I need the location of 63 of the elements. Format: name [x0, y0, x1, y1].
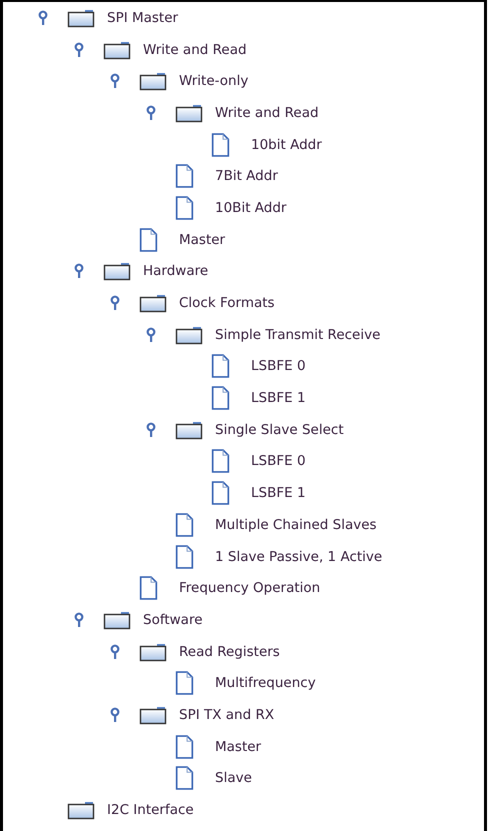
document-icon [211, 449, 230, 474]
document-icon [211, 481, 230, 506]
document-icon [139, 228, 158, 252]
folder-icon [175, 420, 203, 440]
expand-icon[interactable] [74, 263, 84, 280]
folder-icon [67, 8, 95, 28]
folder-icon [67, 800, 95, 820]
tree-item[interactable]: LSBFE 0 [251, 453, 306, 470]
document-icon [175, 164, 194, 188]
folder-icon [139, 704, 167, 725]
folder-icon [139, 293, 167, 314]
tree-item[interactable]: Clock Formats [179, 295, 275, 312]
tree-item[interactable]: LSBFE 1 [251, 390, 306, 406]
tree-item[interactable]: Slave [215, 770, 252, 786]
expand-icon[interactable] [110, 73, 120, 90]
expand-icon[interactable] [110, 706, 120, 723]
tree-item[interactable]: 7Bit Addr [215, 168, 278, 184]
folder-icon [139, 71, 167, 92]
tree-item[interactable]: Multiple Chained Slaves [215, 516, 377, 533]
tree-item[interactable]: 10bit Addr [251, 136, 322, 153]
document-icon [175, 766, 194, 790]
expand-icon[interactable] [146, 422, 156, 438]
tree-item[interactable]: Hardware [143, 263, 208, 280]
tree-item[interactable]: 1 Slave Passive, 1 Active [215, 548, 382, 565]
tree-item[interactable]: SPI Master [107, 10, 178, 26]
tree-item[interactable]: SPI TX and RX [179, 706, 274, 723]
document-icon [211, 386, 230, 410]
expand-icon[interactable] [146, 104, 156, 121]
expand-icon[interactable] [38, 10, 48, 26]
tree-item[interactable]: Master [215, 738, 262, 755]
tree-item[interactable]: Frequency Operation [179, 580, 320, 596]
expand-icon[interactable] [146, 326, 156, 343]
expand-icon[interactable] [74, 612, 84, 628]
tree-item[interactable]: Read Registers [179, 644, 280, 660]
tree-item[interactable]: LSBFE 0 [251, 358, 306, 374]
tree-item[interactable]: Master [179, 232, 226, 248]
folder-icon [175, 102, 203, 123]
folder-icon [103, 261, 131, 282]
tree-item[interactable]: LSBFE 1 [251, 485, 306, 502]
document-icon [175, 544, 194, 569]
tree-item[interactable]: Write and Read [215, 104, 319, 121]
expand-icon[interactable] [110, 295, 120, 312]
tree-item[interactable]: I2C Interface [107, 802, 194, 818]
document-icon [211, 132, 230, 157]
tree-item[interactable]: Simple Transmit Receive [215, 326, 380, 343]
expand-icon[interactable] [74, 42, 84, 58]
folder-icon [175, 324, 203, 345]
folder-icon [139, 642, 167, 662]
document-icon [175, 671, 194, 696]
tree-item[interactable]: Multifrequency [215, 675, 316, 692]
tree-item[interactable]: Write and Read [143, 42, 247, 58]
folder-icon [103, 610, 131, 630]
folder-icon [103, 40, 131, 60]
tree-item[interactable]: Software [143, 612, 203, 628]
tree-item[interactable]: Write-only [179, 73, 248, 90]
tree-item[interactable]: 10Bit Addr [215, 200, 286, 216]
document-icon [175, 734, 194, 759]
document-icon [139, 576, 158, 600]
document-icon [175, 512, 194, 537]
document-icon [211, 354, 230, 378]
expand-icon[interactable] [110, 644, 120, 660]
tree-item[interactable]: Single Slave Select [215, 422, 344, 438]
document-icon [175, 196, 194, 220]
